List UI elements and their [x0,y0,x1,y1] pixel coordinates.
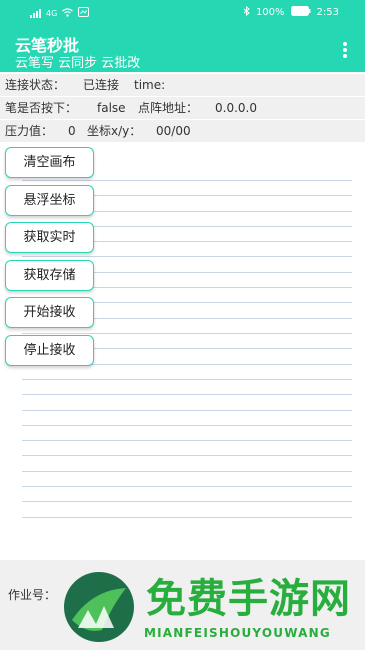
ruled-line [22,180,352,181]
clock: 2:53 [316,7,339,18]
battery-text: 100% [255,7,285,18]
address-value: 0.0.0.0 [215,101,257,115]
pressure-value: 0 [68,124,76,138]
ruled-line [22,425,352,426]
pressure-label: 压力值： [5,124,54,138]
clear-canvas-button[interactable]: 清空画布 [5,147,94,178]
notification-icon [78,7,90,20]
watermark-subtext: MIANFEISHOUYOUWANG [144,626,331,640]
status-right: 100% 2:53 [243,5,339,19]
info-row-connection: 连接状态： 已连接 time: [0,74,365,96]
ruled-line [22,455,352,456]
ruled-line [22,440,352,441]
ruled-line [22,471,352,472]
time-label: time: [134,78,166,92]
bluetooth-icon [243,5,250,19]
app-subtitle: 云笔写 云同步 云批改 [15,56,141,71]
status-bar: 4G 100% 2:53 [0,0,365,26]
more-vert-icon[interactable] [342,42,348,58]
homework-label: 作业号： [8,588,57,602]
network-label: 4G [46,9,58,18]
ruled-line [22,379,352,380]
float-coordinate-button[interactable]: 悬浮坐标 [5,185,94,216]
status-left: 4G [30,7,90,20]
get-realtime-button[interactable]: 获取实时 [5,222,94,253]
get-stored-button[interactable]: 获取存储 [5,260,94,291]
ruled-line [22,256,352,257]
address-label: 点阵地址： [138,101,199,115]
pen-down-label: 笔是否按下： [5,101,78,115]
info-row-pen: 笔是否按下： false 点阵地址： 0.0.0.0 [0,97,365,119]
ruled-line [22,486,352,487]
coord-value: 00/00 [156,124,191,138]
start-receive-button[interactable]: 开始接收 [5,297,94,328]
coord-label: 坐标x/y： [87,124,142,138]
signal-icon [30,9,41,18]
info-row-pressure: 压力值： 0 坐标x/y： 00/00 [0,120,365,142]
connection-label: 连接状态： [5,78,66,92]
ruled-line [22,501,352,502]
watermark-text: 免费手游网 [146,576,351,622]
connection-value: 已连接 [83,78,120,92]
ruled-line [22,333,352,334]
ruled-line [22,517,352,518]
battery-icon [290,6,311,19]
ruled-line [22,394,352,395]
watermark-logo [62,570,136,644]
ruled-line [22,410,352,411]
app-toolbar: 云笔秒批 云笔写 云同步 云批改 [0,26,365,72]
pen-down-value: false [97,101,126,115]
wifi-icon [62,7,74,20]
stop-receive-button[interactable]: 停止接收 [5,335,94,366]
